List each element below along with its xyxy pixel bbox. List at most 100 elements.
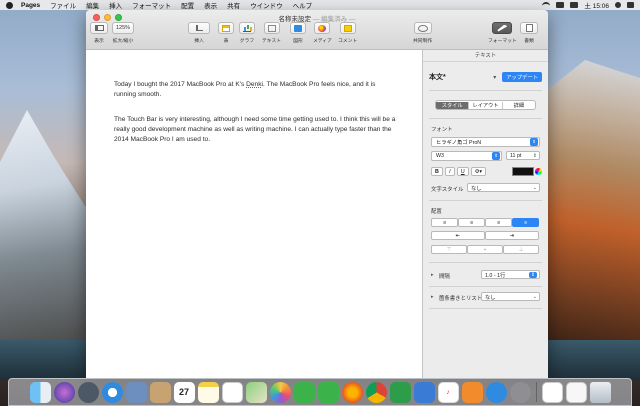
align-middle-button[interactable]: + [467,245,503,254]
dock-numbers-icon[interactable] [389,381,411,403]
insert-button[interactable] [188,22,210,34]
increase-indent-button[interactable]: ⇥ [485,231,539,240]
dock-calendar-icon[interactable]: 27 [173,381,195,403]
collaborate-tool[interactable]: 共同制作 [413,22,432,44]
zoom-tool[interactable]: 125% 拡大/縮小 [112,22,134,44]
format-button[interactable] [492,22,513,34]
zoom-select[interactable]: 125% [112,22,134,34]
tab-style[interactable]: スタイル [436,101,470,109]
bullets-select[interactable]: なし ⌄ [481,292,540,301]
justify-button[interactable]: ≡ [512,218,539,227]
align-right-button[interactable]: ≡ [485,218,512,227]
notification-center-icon[interactable] [627,2,634,8]
align-bottom-button[interactable]: ⊥ [503,245,539,254]
decrease-indent-button[interactable]: ⇤ [431,231,485,240]
apple-menu-icon[interactable] [6,1,13,9]
dock-finder-icon[interactable] [29,381,51,403]
chevron-down-icon[interactable]: ▾ [493,74,496,81]
text-options-button[interactable]: ⚙▾ [470,167,487,176]
char-style-select[interactable]: なし ⌄ [467,183,540,192]
shape-button[interactable] [290,22,306,34]
dock-pages-document-icon[interactable] [541,381,563,403]
format-tool[interactable]: フォーマット [488,22,517,44]
tab-layout[interactable]: レイアウト [469,101,503,109]
chart-tool[interactable]: グラフ [239,22,255,44]
font-size-field[interactable]: 11 pt ⇕ [506,151,540,160]
font-weight-select[interactable]: W3 ⇕ [431,151,502,161]
chart-button[interactable] [239,22,255,34]
menu-share[interactable]: 共有 [227,0,240,10]
media-tool[interactable]: メディア [313,22,332,44]
input-source-icon[interactable] [556,2,565,8]
dock-launchpad-icon[interactable] [77,381,99,403]
shape-tool[interactable]: 図形 [290,22,306,44]
dock-mail-icon[interactable] [125,381,147,403]
tab-more[interactable]: 詳細 [503,102,535,109]
document-paragraph-2[interactable]: The Touch Bar is very interesting, altho… [114,115,398,146]
text-color-well[interactable] [512,167,534,176]
stepper-icon[interactable]: ⇕ [533,153,537,159]
media-button[interactable] [314,22,331,34]
dock-appstore-icon[interactable] [485,381,507,403]
wifi-icon[interactable] [542,2,551,8]
dock-messages-icon[interactable] [293,381,315,403]
font-family-select[interactable]: ヒラギノ角ゴ ProN ⇕ [431,137,540,147]
battery-icon[interactable] [570,2,579,8]
underline-button[interactable]: U [456,167,469,176]
bold-button[interactable]: B [431,167,443,176]
menu-edit[interactable]: 編集 [86,0,99,10]
dock-notes-icon[interactable] [197,381,219,403]
document-paragraph-1[interactable]: Today I bought the 2017 MacBook Pro at K… [114,80,398,100]
menu-window[interactable]: ウインドウ [250,0,283,10]
table-tool[interactable]: 表 [218,22,234,44]
misspelled-word[interactable]: Denki [246,81,263,88]
dock-siri-icon[interactable] [53,381,75,403]
menu-file[interactable]: ファイル [50,0,76,10]
comment-button[interactable] [339,22,356,34]
dock-reminders-icon[interactable] [221,381,243,403]
view-button[interactable] [90,22,108,34]
table-button[interactable] [218,22,234,34]
align-center-icon: ≡ [469,219,474,226]
paragraph-style-name[interactable]: 本文* [429,72,446,82]
menu-help[interactable]: ヘルプ [293,0,313,10]
text-button[interactable] [263,22,280,34]
dock-facetime-icon[interactable] [317,381,339,403]
color-wheel-icon[interactable] [535,168,542,175]
spotlight-icon[interactable] [615,2,621,8]
dock-settings-icon[interactable] [509,381,531,403]
dock-books-icon[interactable] [461,381,483,403]
align-center-button[interactable]: ≡ [458,218,485,227]
document-canvas[interactable]: Today I bought the 2017 MacBook Pro at K… [86,50,422,378]
dock-trash-icon[interactable] [589,381,611,403]
spacing-select[interactable]: 1.0 - 1行 ⇕ [481,270,540,279]
dock-photos-icon[interactable] [269,381,291,403]
dock-contacts-icon[interactable] [149,381,171,403]
align-left-button[interactable]: ≡ [431,218,458,227]
menu-insert[interactable]: 挿入 [109,0,122,10]
collaborate-button[interactable] [413,22,432,34]
menu-format[interactable]: フォーマット [132,0,171,10]
view-tool[interactable]: 表示 [90,22,108,44]
dock-firefox-icon[interactable] [341,381,363,403]
dock-keynote-icon[interactable] [413,381,435,403]
document-tool[interactable]: 書類 [520,22,538,44]
dock-maps-icon[interactable] [245,381,267,403]
dock-safari-icon[interactable] [101,381,123,403]
disclosure-triangle-icon[interactable]: ▸ [431,294,434,300]
menu-arrange[interactable]: 配置 [181,0,194,10]
menu-view[interactable]: 表示 [204,0,217,10]
align-top-button[interactable]: ⊤ [431,245,467,254]
dock-chrome-icon[interactable] [365,381,387,403]
insert-tool[interactable]: 挿入 [188,22,210,44]
document-button[interactable] [520,22,538,34]
dock-music-icon[interactable]: ♪ [437,381,459,403]
text-tool[interactable]: テキスト [262,22,281,44]
italic-button[interactable]: I [444,167,455,176]
update-style-button[interactable]: アップデート [502,72,542,82]
dock-preview-icon[interactable] [565,381,587,403]
menu-app-name[interactable]: Pages [21,2,40,9]
comment-tool[interactable]: コメント [338,22,357,44]
menu-clock[interactable]: 土 15:06 [584,0,609,10]
disclosure-triangle-icon[interactable]: ▸ [431,272,434,278]
